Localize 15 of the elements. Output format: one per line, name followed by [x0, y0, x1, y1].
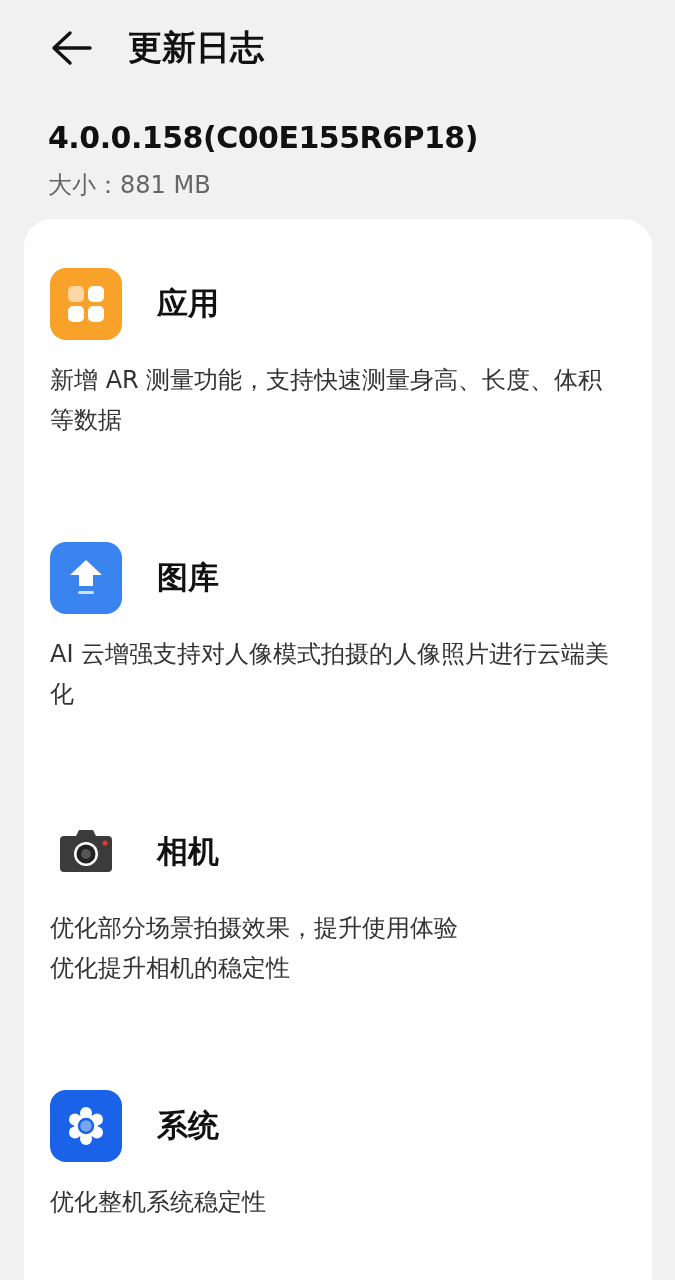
change-note: AI 云增强支持对人像模式拍摄的人像照片进行云端美化 — [50, 639, 611, 710]
app-grid-icon — [50, 268, 122, 340]
change-note: 优化提升相机的稳定性 — [50, 953, 291, 984]
version-number: 4.0.0.158(C00E155R6P18) — [48, 120, 479, 155]
section-title: 应用 — [157, 284, 219, 323]
change-note: 优化整机系统稳定性 — [50, 1187, 267, 1218]
change-note: 优化部分场景拍摄效果，提升使用体验 — [50, 913, 459, 944]
settings-icon — [50, 1090, 122, 1162]
change-note: 新增 AR 测量功能，支持快速测量身高、长度、体积等数据 — [50, 365, 604, 436]
section-title: 图库 — [157, 558, 219, 597]
section-title: 系统 — [157, 1106, 219, 1145]
package-size: 大小：881 MB — [48, 170, 212, 201]
back-icon[interactable] — [50, 30, 92, 66]
section-title: 相机 — [157, 832, 219, 871]
page-title: 更新日志 — [128, 26, 264, 69]
